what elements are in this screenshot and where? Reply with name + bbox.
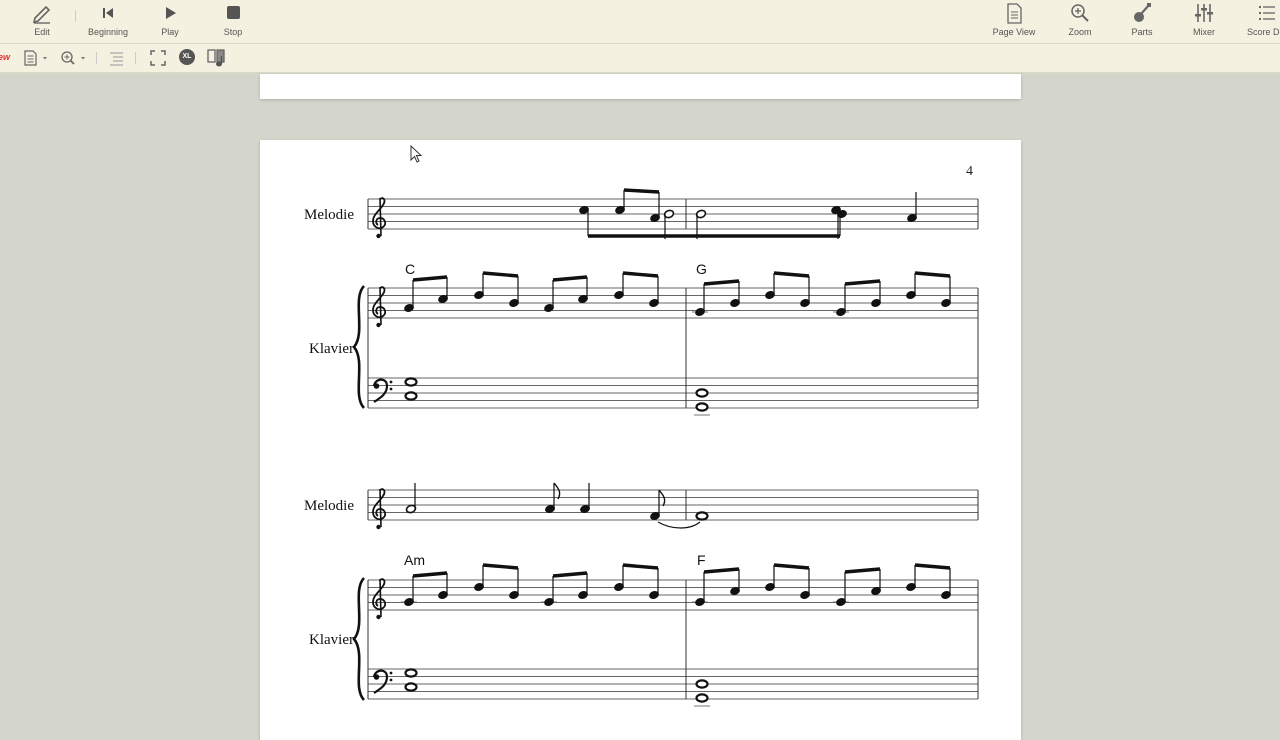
brace <box>352 285 366 409</box>
brace <box>352 577 366 701</box>
note-beam <box>773 563 810 570</box>
treble-clef <box>372 488 387 531</box>
piano-label: Klavier <box>309 632 354 648</box>
mixer-label: Mixer <box>1193 27 1215 37</box>
note-beam <box>703 279 740 286</box>
previous-page <box>260 74 1021 99</box>
note-beam <box>552 275 588 282</box>
mouse-cursor-icon <box>410 145 423 163</box>
note-flag <box>553 482 561 500</box>
note-flag <box>658 489 666 507</box>
stop-icon <box>222 2 244 24</box>
tie <box>657 521 701 529</box>
note-beam <box>914 271 951 278</box>
note-beam <box>623 188 660 194</box>
melody-label: Melodie <box>304 498 354 514</box>
piano-label: Klavier <box>309 341 354 357</box>
subbar-divider <box>135 52 136 64</box>
page-layout-button[interactable] <box>206 48 228 68</box>
zoom-in-icon <box>61 51 85 65</box>
whole-note <box>404 668 418 678</box>
list-view-button[interactable] <box>106 48 126 68</box>
score-details-label: Score Det <box>1246 27 1280 37</box>
zoom-label: Zoom <box>1068 27 1092 37</box>
page-view-label: Page View <box>992 27 1036 37</box>
parts-button[interactable]: Parts <box>1111 0 1173 42</box>
score-details-button[interactable]: Score Det <box>1236 0 1280 42</box>
whole-note <box>404 682 418 692</box>
page-number: 4 <box>966 164 973 179</box>
chord-symbol: C <box>405 261 416 277</box>
chord-symbol: Am <box>404 552 425 568</box>
chord-symbol: G <box>696 261 707 277</box>
list-icon <box>110 52 123 66</box>
stop-label: Stop <box>223 27 243 37</box>
mixer-button[interactable]: Mixer <box>1173 0 1235 42</box>
note-beam <box>622 563 659 570</box>
zoom-menu-button[interactable] <box>58 48 88 68</box>
xl-size-button[interactable]: XL <box>179 49 195 65</box>
zoom-button[interactable]: Zoom <box>1049 0 1111 42</box>
score-notation <box>352 188 979 707</box>
whole-note <box>695 693 709 703</box>
edit-button[interactable]: Edit <box>11 0 73 42</box>
beginning-label: Beginning <box>87 27 129 37</box>
treble-clef <box>372 286 387 329</box>
play-label: Play <box>161 27 179 37</box>
fullscreen-icon <box>150 50 166 66</box>
document-icon <box>24 50 47 66</box>
subbar-divider <box>96 52 97 64</box>
whole-note <box>695 511 709 521</box>
page-view-icon <box>1003 2 1025 24</box>
beginning-button[interactable]: Beginning <box>77 0 139 42</box>
parts-label: Parts <box>1131 27 1153 37</box>
page-view-button[interactable]: Page View <box>983 0 1045 42</box>
play-button[interactable]: Play <box>139 0 201 42</box>
zoom-icon <box>1069 2 1091 24</box>
bass-clef <box>372 378 394 404</box>
edit-icon <box>31 2 53 24</box>
whole-note <box>404 391 418 401</box>
note-beam <box>773 271 810 278</box>
whole-note <box>695 388 709 398</box>
note-beam <box>914 563 951 570</box>
toolbar-divider <box>75 10 76 22</box>
edit-label: Edit <box>34 27 50 37</box>
document-menu-button[interactable] <box>22 48 50 68</box>
note-beam <box>482 271 519 278</box>
note-beam <box>622 271 659 278</box>
whole-note <box>695 679 709 689</box>
treble-clef <box>372 578 387 621</box>
page-layout-icon <box>207 49 225 67</box>
whole-note <box>404 377 418 387</box>
note-beam <box>844 279 881 286</box>
stop-button[interactable]: Stop <box>202 0 264 42</box>
chord-symbol: F <box>697 552 706 568</box>
treble-clef <box>372 197 387 240</box>
whole-note <box>695 402 709 412</box>
play-icon <box>159 2 181 24</box>
new-label[interactable]: ew <box>0 52 10 62</box>
note-beam <box>482 563 519 570</box>
parts-icon <box>1131 2 1153 24</box>
note-beam <box>412 571 448 578</box>
mixer-icon <box>1193 2 1215 24</box>
note-beam <box>412 275 448 282</box>
fullscreen-button[interactable] <box>148 48 168 68</box>
note-beam <box>703 567 740 574</box>
note-beam <box>844 567 881 574</box>
beginning-icon <box>97 2 119 24</box>
melody-label: Melodie <box>304 207 354 223</box>
score-details-icon <box>1256 2 1278 24</box>
bass-clef <box>372 669 394 695</box>
note-beam <box>552 571 588 578</box>
top-toolbar: Edit Beginning Play Stop Page View Zoom <box>0 0 1280 44</box>
